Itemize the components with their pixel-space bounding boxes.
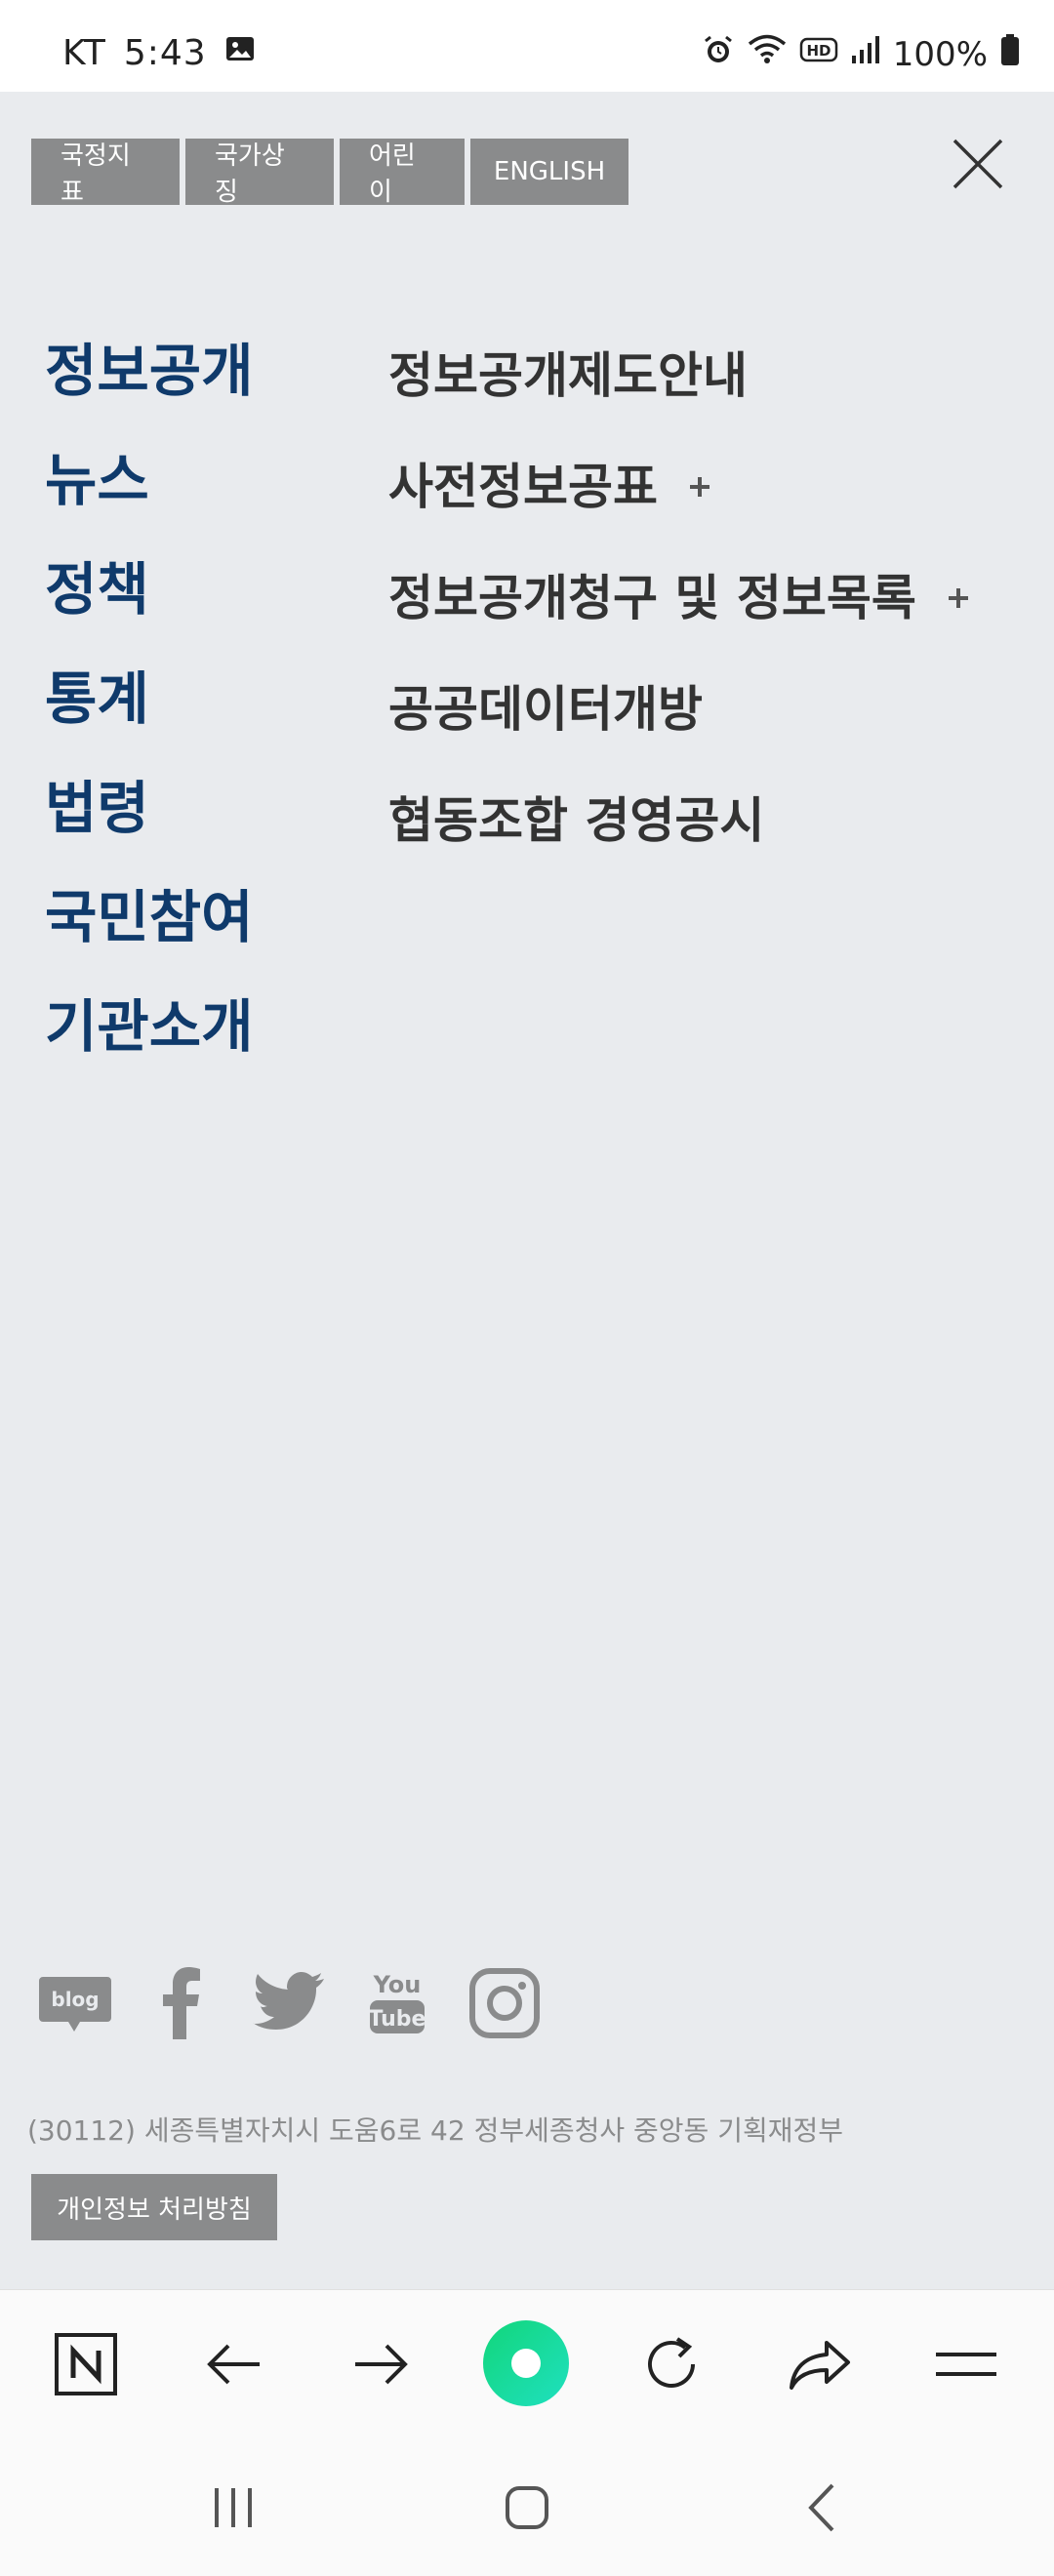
close-icon: [953, 139, 1003, 189]
social-links: blog You Tube: [35, 1963, 572, 2043]
nav-back-button[interactable]: [789, 2478, 857, 2537]
close-button[interactable]: [951, 137, 1005, 191]
youtube-icon[interactable]: You Tube: [357, 1963, 437, 2043]
green-dot-button[interactable]: [482, 2319, 570, 2407]
primary-item-policy[interactable]: 정책: [45, 535, 253, 644]
back-button[interactable]: [195, 2325, 273, 2403]
primary-item-statistics[interactable]: 통계: [45, 644, 253, 753]
menu-panel: 국정지표 국가상징 어린이 ENGLISH 정보공개 뉴스 정책 통계 법령 국…: [0, 92, 1054, 2289]
instagram-icon[interactable]: [465, 1963, 545, 2043]
footer-address: (30112) 세종특별자치시 도움6로 42 정부세종청사 중앙동 기획재정부: [27, 2114, 844, 2147]
secondary-item-open-data[interactable]: 공공데이터개방: [388, 654, 971, 765]
signal-icon: [850, 34, 881, 74]
secondary-item-label: 사전정보공표: [388, 459, 658, 515]
wifi-icon: [747, 33, 788, 75]
secondary-item-label: 협동조합 경영공시: [388, 792, 765, 849]
forward-arrow-icon: [355, 2344, 408, 2385]
facebook-icon[interactable]: [142, 1963, 223, 2043]
privacy-policy-button[interactable]: 개인정보 처리방침: [31, 2174, 277, 2240]
twitter-icon[interactable]: [250, 1963, 330, 2043]
naver-home-button[interactable]: [47, 2325, 125, 2403]
recent-apps-button[interactable]: [199, 2478, 267, 2537]
secondary-item-disclosure-guide[interactable]: 정보공개제도안내: [388, 320, 971, 431]
primary-menu: 정보공개 뉴스 정책 통계 법령 국민참여 기관소개: [45, 316, 253, 1081]
status-right: HD 100%: [702, 33, 1021, 75]
home-button[interactable]: [493, 2478, 561, 2537]
tab-children[interactable]: 어린이: [340, 139, 465, 207]
blog-icon[interactable]: blog: [35, 1963, 115, 2043]
secondary-item-disclosure-request[interactable]: 정보공개청구 및 정보목록: [388, 543, 971, 654]
plus-icon[interactable]: [687, 474, 712, 500]
secondary-item-label: 공공데이터개방: [388, 681, 703, 738]
back-icon: [808, 2483, 834, 2532]
home-icon: [506, 2486, 548, 2529]
forward-button[interactable]: [342, 2325, 420, 2403]
secondary-menu: 정보공개제도안내 사전정보공표 정보공개청구 및 정보목록 공공데이터개방 협동…: [388, 320, 971, 876]
green-dot-icon: [483, 2320, 569, 2406]
browser-toolbar: [0, 2289, 1054, 2437]
tab-english[interactable]: ENGLISH: [470, 139, 628, 205]
svg-text:Tube: Tube: [369, 2007, 426, 2032]
secondary-item-label: 정보공개청구 및 정보목록: [388, 570, 916, 626]
recent-apps-icon: [215, 2488, 252, 2527]
carrier-label: KT: [62, 33, 106, 73]
hd-icon: HD: [799, 34, 838, 74]
share-button[interactable]: [781, 2325, 859, 2403]
primary-item-law[interactable]: 법령: [45, 753, 253, 863]
system-nav-bar: [0, 2437, 1054, 2576]
svg-text:blog: blog: [51, 1988, 99, 2011]
refresh-icon: [648, 2337, 695, 2388]
primary-item-participation[interactable]: 국민참여: [45, 863, 253, 972]
primary-item-about[interactable]: 기관소개: [45, 972, 253, 1081]
back-arrow-icon: [207, 2344, 260, 2385]
tab-national-indicators[interactable]: 국정지표: [31, 139, 180, 207]
svg-text:HD: HD: [806, 42, 831, 60]
alarm-icon: [702, 33, 735, 75]
status-bar: KT 5:43 HD 100%: [0, 0, 1054, 92]
menu-button[interactable]: [927, 2325, 1005, 2403]
plus-icon[interactable]: [946, 585, 971, 611]
share-icon: [790, 2341, 850, 2390]
secondary-item-cooperative-disclosure[interactable]: 협동조합 경영공시: [388, 765, 971, 876]
naver-home-icon: [55, 2333, 117, 2395]
battery-label: 100%: [892, 34, 988, 74]
refresh-button[interactable]: [632, 2325, 710, 2403]
primary-item-news[interactable]: 뉴스: [45, 425, 253, 535]
top-tabs: 국정지표 국가상징 어린이 ENGLISH: [31, 139, 628, 207]
clock: 5:43: [123, 33, 207, 73]
battery-icon: [999, 33, 1021, 75]
secondary-item-label: 정보공개제도안내: [388, 347, 748, 404]
image-icon: [224, 33, 256, 73]
status-left: KT 5:43: [62, 33, 256, 73]
svg-text:You: You: [373, 1971, 422, 1998]
primary-item-info-disclosure[interactable]: 정보공개: [45, 316, 253, 425]
tab-national-symbols[interactable]: 국가상징: [185, 139, 334, 207]
secondary-item-pre-disclosure[interactable]: 사전정보공표: [388, 431, 971, 543]
menu-icon: [936, 2353, 996, 2376]
